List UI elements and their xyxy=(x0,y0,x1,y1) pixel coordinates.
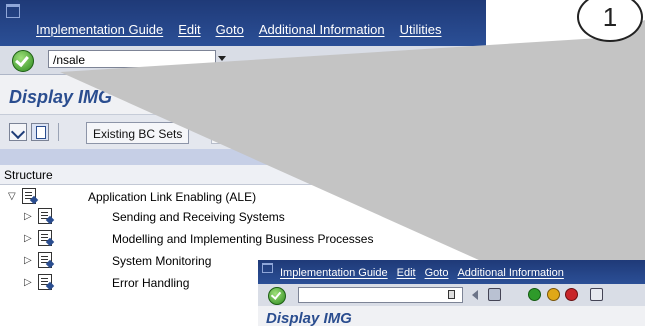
menu-goto[interactable]: Goto xyxy=(425,267,449,279)
tree-node-label: Modelling and Implementing Business Proc… xyxy=(112,232,374,246)
menu-implementation-guide[interactable]: Implementation Guide xyxy=(36,22,163,37)
system-menu-icon[interactable] xyxy=(6,4,20,18)
menu-goto[interactable]: Goto xyxy=(216,22,244,37)
zoom-page-title: Display IMG xyxy=(266,310,352,326)
tree-node-child[interactable]: ▷ Sending and Receiving Systems xyxy=(24,207,424,227)
img-activity-icon xyxy=(22,188,36,204)
step-marker-circle: 1 xyxy=(577,0,643,42)
system-menu-icon[interactable] xyxy=(262,263,273,273)
documentation-icon[interactable] xyxy=(31,123,49,141)
tree-node-ale[interactable]: ▽ Application Link Enabling (ALE) xyxy=(8,187,408,207)
menu-edit[interactable]: Edit xyxy=(397,267,416,279)
menu-utilities[interactable]: Utilities xyxy=(400,22,442,37)
page-title: Display IMG xyxy=(9,87,113,107)
history-icon[interactable] xyxy=(448,290,455,299)
menu-list: Implementation Guide Edit Goto Additiona… xyxy=(36,22,456,37)
tree-node-child[interactable]: ▷ Modelling and Implementing Business Pr… xyxy=(24,229,464,249)
menu-additional-information[interactable]: Additional Information xyxy=(457,267,563,279)
menu-edit[interactable]: Edit xyxy=(178,22,200,37)
enter-check-icon[interactable] xyxy=(268,287,286,305)
expand-arrow-icon[interactable]: ▷ xyxy=(24,273,32,293)
glasses-icon xyxy=(379,128,395,141)
tree-band xyxy=(0,149,486,165)
img-activity-icon xyxy=(38,274,52,290)
zoom-command-bar xyxy=(258,284,645,306)
collapse-arrow-icon[interactable]: ▽ xyxy=(8,187,16,207)
menu-bar: Implementation Guide Edit Goto Additiona… xyxy=(0,0,486,46)
expand-subtree-icon[interactable] xyxy=(9,123,27,141)
glasses-icon xyxy=(218,128,234,141)
zoom-command-field[interactable] xyxy=(298,287,463,303)
command-history-dropdown-icon[interactable] xyxy=(218,56,226,61)
enter-check-icon[interactable] xyxy=(12,50,34,72)
tree-node-label: Sending and Receiving Systems xyxy=(112,210,285,224)
back-green-icon[interactable] xyxy=(528,288,541,301)
activated-bc-label: Activated BC xyxy=(399,127,469,141)
step-marker-number: 1 xyxy=(602,2,618,32)
cancel-red-icon[interactable] xyxy=(565,288,578,301)
tree-node-label: System Monitoring xyxy=(112,254,212,268)
img-activity-icon xyxy=(38,208,52,224)
back-arrow-icon[interactable] xyxy=(472,290,478,300)
expand-arrow-icon[interactable]: ▷ xyxy=(24,251,32,271)
tree-node-label: Application Link Enabling (ALE) xyxy=(88,190,257,204)
print-icon[interactable] xyxy=(590,288,603,301)
exit-yellow-icon[interactable] xyxy=(547,288,560,301)
menu-additional-information[interactable]: Additional Information xyxy=(259,22,385,37)
existing-bc-sets-button[interactable]: Existing BC Sets xyxy=(86,122,190,144)
expand-arrow-icon[interactable]: ▷ xyxy=(24,207,32,227)
bc-sets-for-activity-label: BC Sets for Activity xyxy=(238,127,341,141)
expand-arrow-icon[interactable]: ▷ xyxy=(24,229,32,249)
existing-bc-sets-label: Existing BC Sets xyxy=(93,127,183,141)
save-icon[interactable] xyxy=(488,288,501,301)
command-field[interactable]: /nsale xyxy=(48,50,216,68)
toolbar-separator xyxy=(58,123,59,141)
bc-sets-for-activity-button[interactable]: BC Sets for Activity xyxy=(211,122,348,144)
img-activity-icon xyxy=(38,230,52,246)
activated-bc-button[interactable]: Activated BC xyxy=(372,122,476,144)
command-bar: /nsale xyxy=(0,46,486,75)
img-activity-icon xyxy=(38,252,52,268)
menu-implementation-guide[interactable]: Implementation Guide xyxy=(280,267,388,279)
application-toolbar: Existing BC Sets BC Sets for Activity Ac… xyxy=(0,114,486,150)
zoom-menu-list: Implementation Guide Edit Goto Additiona… xyxy=(280,267,573,279)
zoom-menu-bar: Implementation Guide Edit Goto Additiona… xyxy=(258,260,645,284)
zoomed-command-window: Implementation Guide Edit Goto Additiona… xyxy=(258,260,645,326)
tree-header: Structure xyxy=(0,165,486,185)
tree-node-label: Error Handling xyxy=(112,276,190,290)
